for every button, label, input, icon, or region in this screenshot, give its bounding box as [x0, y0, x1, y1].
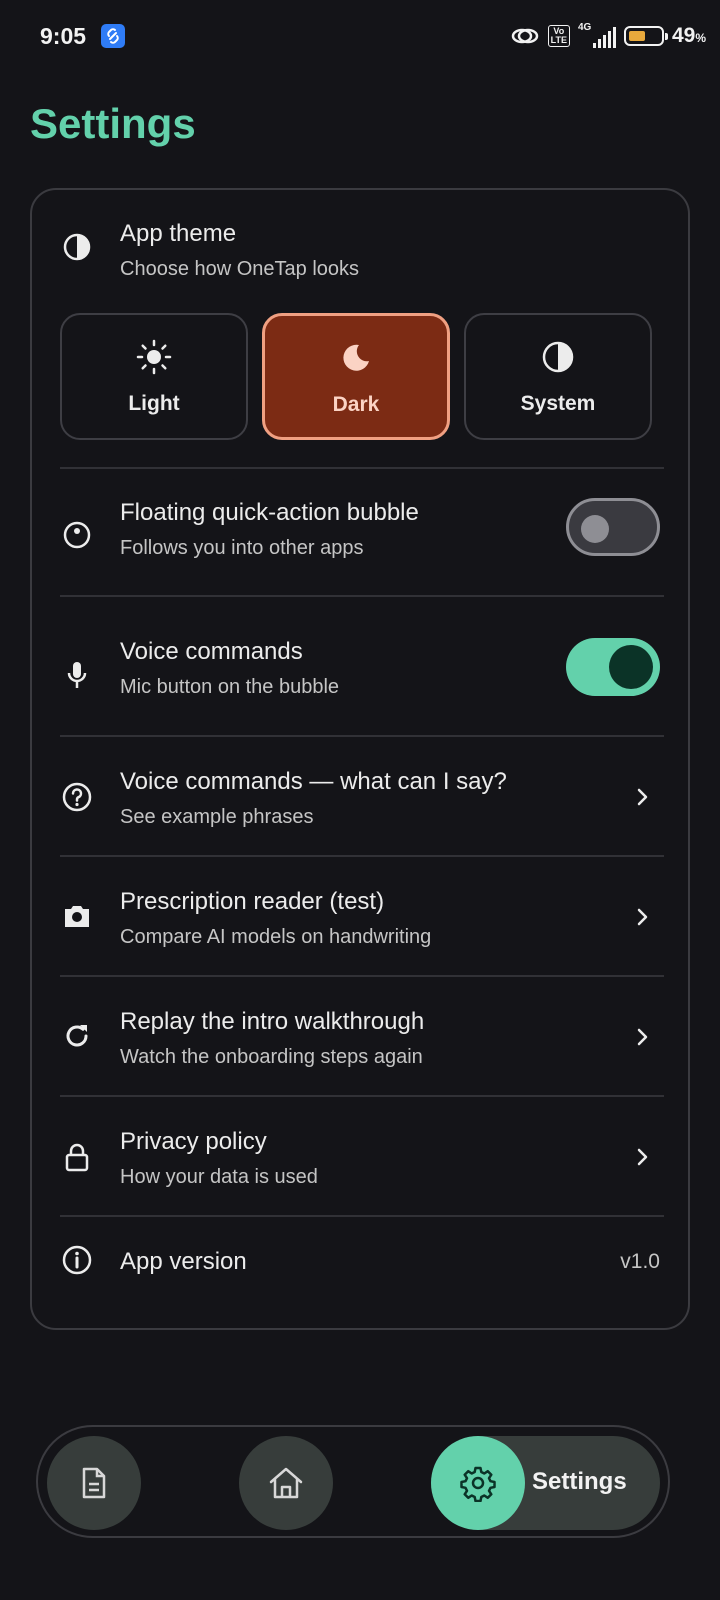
status-indicators: Vo LTE 4G 49% [510, 22, 706, 50]
theme-title: App theme [120, 220, 237, 247]
help-circle-icon [60, 780, 94, 814]
privacy-subtitle: How your data is used [120, 1166, 318, 1188]
theme-system-label: System [520, 392, 596, 415]
replay-subtitle: Watch the onboarding steps again [120, 1046, 423, 1068]
page-title: Settings [30, 100, 196, 147]
voice-help-title[interactable]: Voice commands — what can I say? [120, 768, 507, 796]
bubble-icon [60, 518, 94, 552]
chevron-right-icon[interactable] [632, 1147, 652, 1167]
link-icon [511, 28, 538, 44]
signal-icon: 4G [577, 22, 616, 48]
mic-icon [60, 658, 94, 692]
chevron-right-icon[interactable] [632, 787, 652, 807]
home-icon [269, 1467, 303, 1499]
settings-card: App theme Choose how OneTap looks Light … [30, 188, 690, 1330]
bottom-nav: Settings [36, 1425, 670, 1538]
version-value: v1.0 [620, 1250, 660, 1273]
theme-light-label: Light [128, 392, 180, 415]
nav-settings-label: Settings [532, 1468, 627, 1495]
chevron-right-icon[interactable] [632, 907, 652, 927]
divider [60, 1215, 664, 1217]
theme-light-button[interactable]: Light [60, 313, 248, 440]
divider [60, 595, 664, 597]
gear-icon [460, 1466, 496, 1502]
voice-subtitle: Mic button on the bubble [120, 676, 340, 698]
contrast-icon [538, 337, 578, 377]
sun-icon [134, 337, 174, 377]
divider [60, 1095, 664, 1097]
status-time: 9:05 [40, 23, 87, 49]
nav-home-button[interactable] [239, 1436, 333, 1530]
theme-subtitle: Choose how OneTap looks [120, 258, 360, 280]
bubble-title: Floating quick-action bubble [120, 499, 419, 526]
divider [60, 855, 664, 857]
info-icon [60, 1243, 94, 1277]
volte-icon: Vo LTE [547, 25, 570, 47]
chevron-right-icon[interactable] [632, 1027, 652, 1047]
contrast-icon [60, 230, 94, 264]
theme-dark-button[interactable]: Dark [262, 313, 450, 440]
voice-help-subtitle: See example phrases [120, 806, 314, 828]
theme-system-button[interactable]: System [464, 313, 652, 440]
prescription-subtitle: Compare AI models on handwriting [120, 926, 432, 948]
battery-icon [623, 26, 668, 46]
camera-icon [60, 899, 94, 933]
replay-title[interactable]: Replay the intro walkthrough [120, 1008, 424, 1036]
bubble-subtitle: Follows you into other apps [120, 537, 364, 559]
divider [60, 735, 664, 737]
divider [60, 467, 664, 469]
battery-fill [628, 31, 645, 41]
nav-documents-button[interactable] [47, 1436, 141, 1530]
refresh-icon [60, 1019, 94, 1053]
lock-icon [60, 1140, 94, 1174]
privacy-title[interactable]: Privacy policy [120, 1128, 267, 1156]
document-icon [82, 1467, 106, 1499]
battery-percent: 49% [671, 24, 706, 47]
bubble-toggle[interactable] [566, 498, 660, 556]
divider [60, 975, 664, 977]
status-bar: 9:05 Vo LTE 4G 49% [0, 0, 720, 72]
voice-title: Voice commands [120, 638, 303, 665]
prescription-title[interactable]: Prescription reader (test) [120, 888, 384, 916]
voice-toggle[interactable] [566, 638, 660, 696]
moon-icon [336, 338, 376, 378]
nav-settings-button[interactable]: Settings [431, 1436, 660, 1530]
version-title: App version [120, 1248, 247, 1275]
app-notification-icon [101, 24, 125, 48]
nav-settings-active [431, 1436, 525, 1530]
network-type: 4G [577, 22, 592, 33]
theme-dark-label: Dark [332, 393, 380, 416]
